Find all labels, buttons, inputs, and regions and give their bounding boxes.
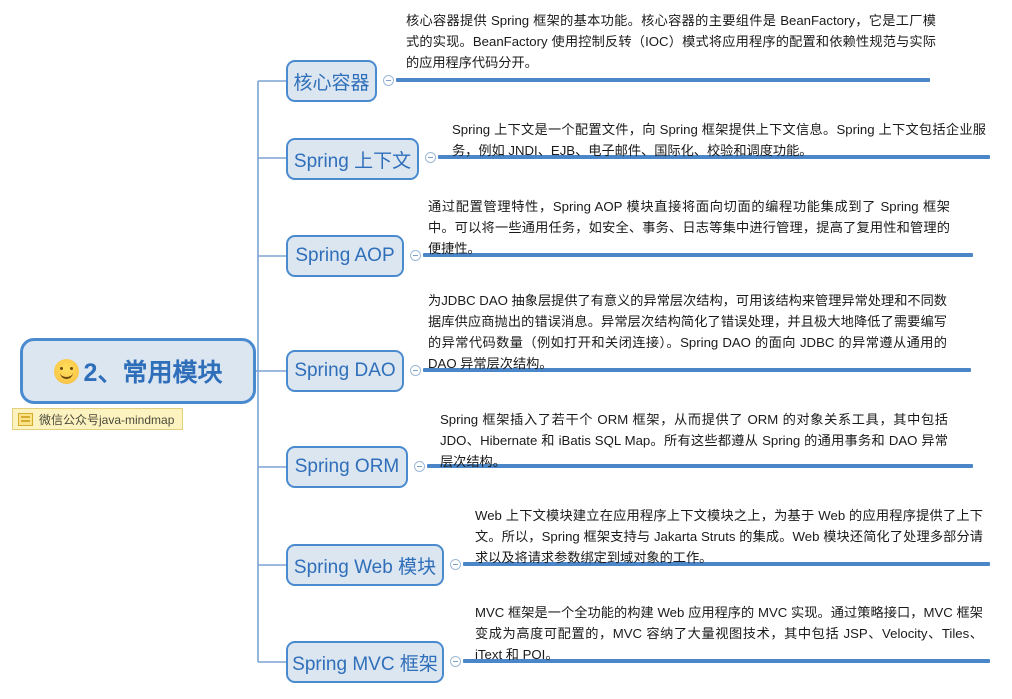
smiling-face-emoji	[53, 358, 79, 384]
branch-node-label: Spring 上下文	[293, 150, 412, 172]
branch-node-spring-dao[interactable]: Spring DAO	[286, 350, 404, 392]
collapse-toggle-spring-mvc[interactable]	[450, 656, 461, 667]
collapse-toggle-core-container[interactable]	[383, 75, 394, 86]
branch-node-core-container[interactable]: 核心容器	[286, 60, 377, 102]
branch-node-label: 核心容器	[293, 72, 370, 94]
branch-description-spring-mvc: MVC 框架是一个全功能的构建 Web 应用程序的 MVC 实现。通过策略接口，…	[475, 605, 983, 662]
branch-description-spring-dao: 为JDBC DAO 抽象层提供了有意义的异常层次结构，可用该结构来管理异常处理和…	[428, 293, 947, 371]
branch-node-label: Spring MVC 框架	[292, 653, 438, 675]
branch-description-spring-web: Web 上下文模块建立在应用程序上下文模块之上，为基于 Web 的应用程序提供了…	[475, 508, 983, 565]
branch-node-spring-web[interactable]: Spring Web 模块	[286, 544, 444, 586]
branch-node-spring-aop[interactable]: Spring AOP	[286, 235, 404, 277]
mindmap-canvas: 2、常用模块 微信公众号java-mindmap 核心容器 核心容器提供 Spr…	[0, 0, 1012, 699]
collapse-toggle-spring-orm[interactable]	[414, 461, 425, 472]
branch-description-spring-aop: 通过配置管理特性，Spring AOP 模块直接将面向切面的编程功能集成到了 S…	[428, 199, 950, 256]
collapse-toggle-spring-aop[interactable]	[410, 250, 421, 261]
root-node[interactable]: 2、常用模块	[20, 338, 256, 404]
branch-node-label: Spring AOP	[295, 245, 395, 266]
note-chip[interactable]: 微信公众号java-mindmap	[12, 408, 184, 430]
root-node-label: 2、常用模块	[83, 359, 223, 387]
collapse-toggle-spring-dao[interactable]	[410, 365, 421, 376]
note-chip-label: 微信公众号java-mindmap	[39, 412, 175, 427]
branch-node-label: Spring ORM	[294, 456, 400, 477]
branch-description-spring-context: Spring 上下文是一个配置文件，向 Spring 框架提供上下文信息。Spr…	[452, 122, 986, 158]
branch-node-spring-orm[interactable]: Spring ORM	[286, 446, 408, 488]
branch-description-spring-orm: Spring 框架插入了若干个 ORM 框架，从而提供了 ORM 的对象关系工具…	[440, 412, 948, 469]
branch-node-spring-mvc[interactable]: Spring MVC 框架	[286, 641, 444, 683]
branch-description-core-container: 核心容器提供 Spring 框架的基本功能。核心容器的主要组件是 BeanFac…	[406, 13, 936, 70]
collapse-toggle-spring-web[interactable]	[450, 559, 461, 570]
note-icon	[18, 412, 33, 426]
branch-node-label: Spring DAO	[294, 360, 396, 381]
branch-node-spring-context[interactable]: Spring 上下文	[286, 138, 419, 180]
collapse-toggle-spring-context[interactable]	[425, 152, 436, 163]
description-rule	[396, 78, 930, 82]
branch-node-label: Spring Web 模块	[293, 556, 437, 578]
